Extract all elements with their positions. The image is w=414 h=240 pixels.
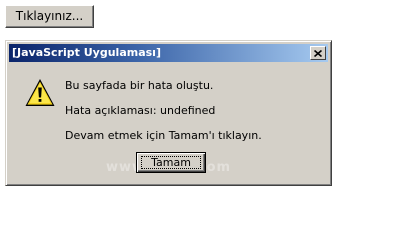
javascript-alert-dialog: [JavaScript Uygulaması] Bu sayfada bir h… [5, 40, 332, 186]
dialog-titlebar: [JavaScript Uygulaması] [9, 44, 328, 62]
click-me-button[interactable]: Tıklayınız... [5, 5, 94, 28]
dialog-title: [JavaScript Uygulaması] [12, 46, 161, 59]
ok-button-label: Tamam [151, 156, 191, 169]
continue-instruction: Devam etmek için Tamam'ı tıklayın. [65, 129, 262, 142]
close-button[interactable] [310, 46, 326, 60]
warning-icon [25, 79, 55, 106]
error-description: Hata açıklaması: undefined [65, 104, 216, 117]
page: Tıklayınız... [JavaScript Uygulaması] Bu… [0, 0, 414, 230]
close-icon [314, 49, 322, 57]
error-message: Bu sayfada bir hata oluştu. [65, 79, 214, 92]
ok-button[interactable]: Tamam [136, 152, 206, 173]
